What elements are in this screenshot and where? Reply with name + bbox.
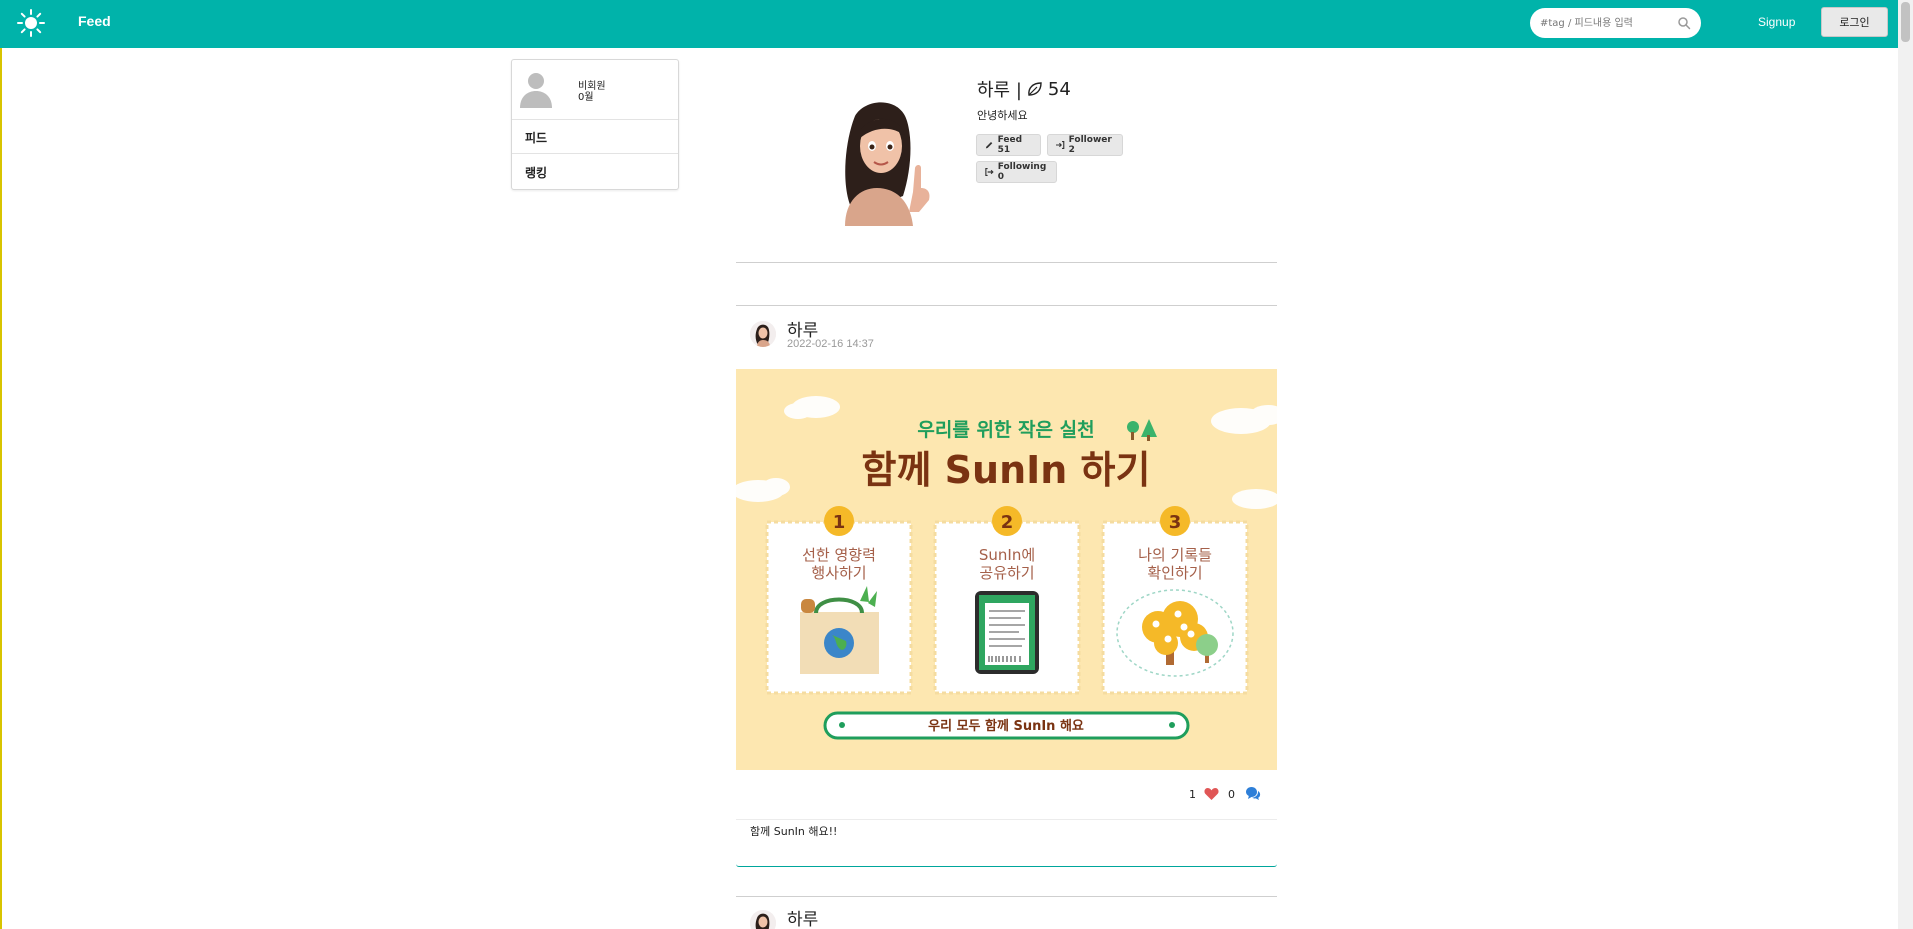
step-3-line1: 나의 기록들	[1138, 546, 1212, 564]
profile-name: 하루 |	[977, 80, 1022, 101]
following-count-label: Following 0	[997, 162, 1047, 182]
profile-bio: 안녕하세요	[977, 109, 1028, 122]
step-card-3: 3 나의 기록들 확인하기	[1101, 506, 1249, 695]
search-input[interactable]	[1540, 12, 1672, 34]
feed-count-button[interactable]: Feed 51	[976, 134, 1041, 156]
default-avatar-icon	[520, 73, 552, 108]
image-subtitle: 우리를 위한 작은 실천	[917, 419, 1094, 441]
scrollbar-thumb[interactable]	[1901, 2, 1910, 42]
follower-count-button[interactable]: Follower 2	[1047, 134, 1123, 156]
sidebar-item-feed[interactable]: 피드	[512, 120, 678, 154]
comments-icon[interactable]	[1245, 786, 1261, 801]
step-1-number: 1	[833, 512, 846, 533]
step-1-line1: 선한 영향력	[802, 546, 876, 564]
profile-points: 54	[1047, 78, 1071, 100]
search-icon[interactable]	[1677, 16, 1691, 30]
sign-in-icon	[1056, 140, 1065, 150]
sign-out-icon	[985, 167, 994, 177]
signup-link[interactable]: Signup	[1758, 15, 1795, 29]
sidebar-item-ranking[interactable]: 랭킹	[512, 155, 678, 189]
search-box	[1530, 8, 1701, 38]
pencil-icon	[985, 141, 993, 149]
following-count-button[interactable]: Following 0	[976, 161, 1057, 183]
step-card-1: 1 선한 영향력 행사하기	[765, 506, 913, 695]
step-2-line1: SunIn에	[979, 546, 1035, 564]
navbar: Feed Signup 로그인	[0, 0, 1898, 48]
comment-count: 0	[1228, 788, 1235, 801]
sidebar-user: 비회원 0월	[512, 60, 678, 120]
bottom-banner: 우리 모두 함께 SunIn 해요	[823, 711, 1190, 740]
heart-icon[interactable]	[1204, 787, 1219, 801]
post-date: 2022-02-16 14:37	[787, 338, 874, 350]
phone-receipt-icon	[975, 591, 1039, 674]
post-author-avatar[interactable]	[750, 910, 776, 929]
step-2-number: 2	[1001, 512, 1014, 533]
scrollbar[interactable]	[1898, 0, 1913, 929]
page: Feed Signup 로그인 비회원 0월 피드 랭킹	[0, 0, 1913, 929]
image-title: 함께 SunIn 하기	[862, 448, 1151, 492]
post-author-avatar[interactable]	[750, 321, 776, 347]
post-text: 함께 SunIn 해요!!	[750, 825, 838, 838]
leaf-icon	[1028, 82, 1042, 96]
sidebar-card: 비회원 0월 피드 랭킹	[511, 59, 679, 190]
profile-avatar	[845, 102, 930, 226]
feed-post: 하루 2022-02-16 14:37 우리를 위한 작은 실천 함께 SunI…	[736, 305, 1277, 867]
profile-title: 하루 | 54	[977, 76, 1071, 102]
step-2-line2: 공유하기	[979, 564, 1034, 582]
step-3-number: 3	[1169, 512, 1182, 533]
post-actions: 1 0	[736, 770, 1277, 820]
divider	[736, 896, 1277, 897]
post-author-name[interactable]: 하루	[787, 905, 818, 929]
step-3-line2: 확인하기	[1147, 564, 1202, 582]
banner-text: 우리 모두 함께 SunIn 해요	[928, 718, 1084, 734]
sun-logo-icon[interactable]	[16, 8, 46, 38]
sidebar-user-points: 0월	[578, 92, 594, 103]
step-1-line2: 행사하기	[811, 564, 866, 582]
left-border	[0, 0, 2, 929]
login-button[interactable]: 로그인	[1821, 7, 1888, 37]
step-card-2: 2 SunIn에 공유하기	[933, 506, 1081, 695]
follower-count-label: Follower 2	[1068, 135, 1112, 155]
divider	[736, 262, 1277, 263]
feed-count-label: Feed 51	[997, 135, 1023, 155]
post-image[interactable]: 우리를 위한 작은 실천 함께 SunIn 하기 1 선한 영향력 행사하기 2…	[736, 369, 1277, 770]
like-count: 1	[1189, 788, 1196, 801]
sidebar-user-name: 비회원	[578, 81, 606, 92]
brand-link[interactable]: Feed	[78, 13, 111, 29]
